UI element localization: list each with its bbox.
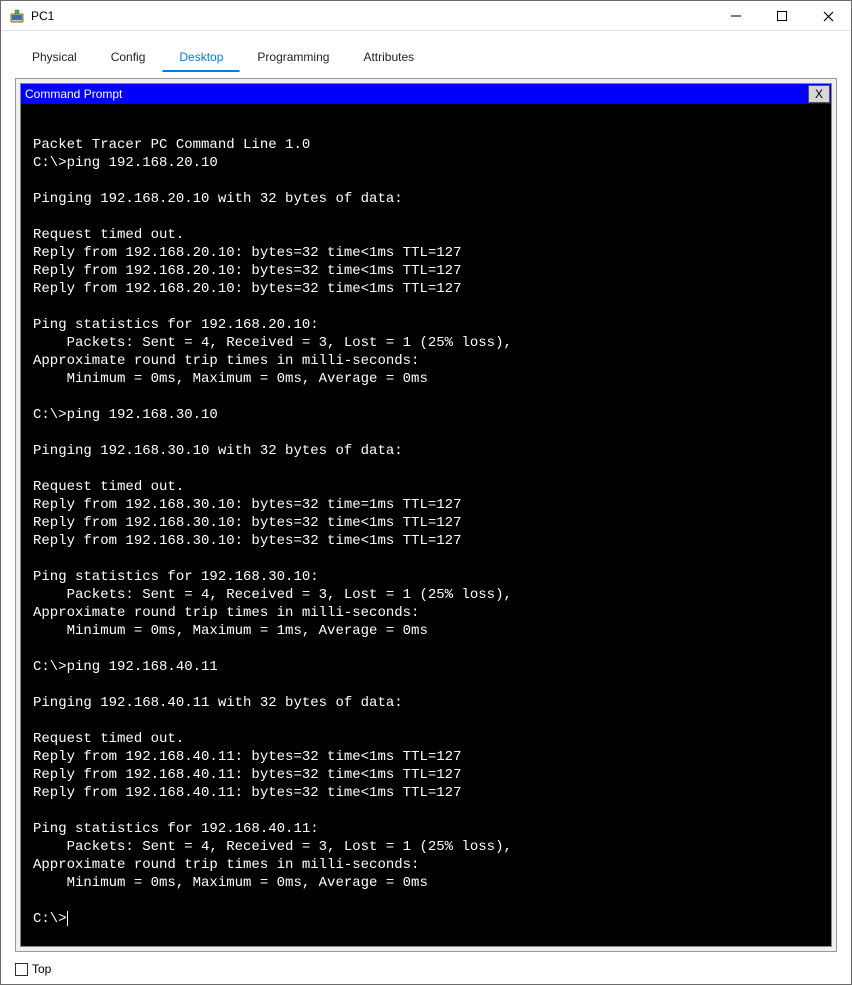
close-icon: X (815, 87, 823, 101)
bottom-bar: Top (1, 958, 851, 984)
tab-physical[interactable]: Physical (15, 43, 94, 72)
tab-config[interactable]: Config (94, 43, 163, 72)
close-button[interactable] (805, 1, 851, 31)
maximize-button[interactable] (759, 1, 805, 31)
command-prompt-titlebar: Command Prompt X (21, 84, 831, 104)
terminal-text: Packet Tracer PC Command Line 1.0 C:\>pi… (33, 137, 512, 927)
tab-label: Physical (32, 50, 77, 64)
app-window: PC1 Physical Config Desktop Programming Attr… (0, 0, 852, 985)
workarea: Command Prompt X Packet Tracer PC Comman… (15, 78, 837, 952)
tab-label: Desktop (179, 50, 223, 64)
tab-bar: Physical Config Desktop Programming Attribut… (1, 31, 851, 72)
command-prompt-title: Command Prompt (25, 87, 807, 101)
terminal-cursor (67, 911, 68, 926)
minimize-button[interactable] (713, 1, 759, 31)
tab-attributes[interactable]: Attributes (346, 43, 431, 72)
titlebar: PC1 (1, 1, 851, 31)
top-checkbox-label: Top (32, 962, 51, 976)
command-prompt-window: Command Prompt X Packet Tracer PC Comman… (20, 83, 832, 947)
tab-programming[interactable]: Programming (240, 43, 346, 72)
window-controls (713, 1, 851, 30)
tab-desktop[interactable]: Desktop (162, 43, 240, 72)
tab-label: Attributes (363, 50, 414, 64)
terminal-output[interactable]: Packet Tracer PC Command Line 1.0 C:\>pi… (21, 104, 831, 946)
window-title: PC1 (31, 9, 54, 23)
top-checkbox[interactable] (15, 963, 28, 976)
tab-label: Config (111, 50, 146, 64)
command-prompt-close-button[interactable]: X (808, 85, 830, 103)
app-icon (9, 8, 25, 24)
tab-label: Programming (257, 50, 329, 64)
